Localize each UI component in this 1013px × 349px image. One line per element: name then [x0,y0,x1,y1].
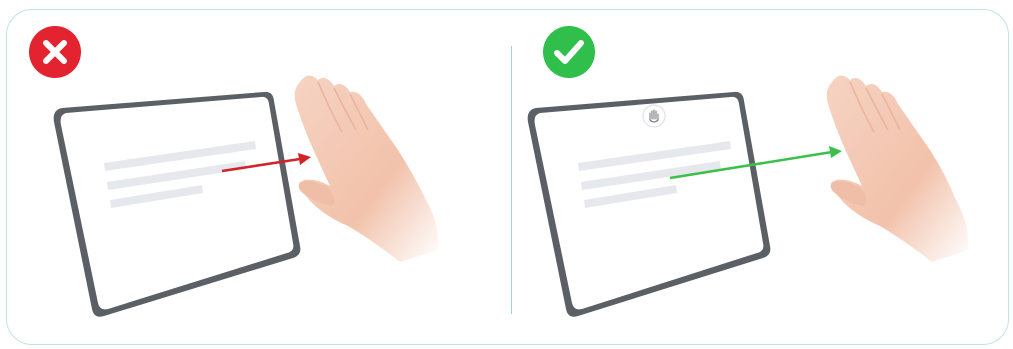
hand-shape [294,75,439,262]
hand-shape [826,75,969,262]
arrow-head [298,153,311,165]
hand [294,75,439,262]
hand [826,75,969,262]
gesture-indicator [642,104,666,128]
status-badge-incorrect [29,26,81,78]
tablet-screen [60,96,294,310]
cross-icon [29,26,81,78]
panel-correct [480,0,986,349]
tablet-screen [534,96,764,310]
arrow-head [829,146,842,158]
tablet [53,91,301,317]
check-icon [543,26,595,78]
status-badge-correct [543,26,595,78]
panel-incorrect [0,0,506,349]
